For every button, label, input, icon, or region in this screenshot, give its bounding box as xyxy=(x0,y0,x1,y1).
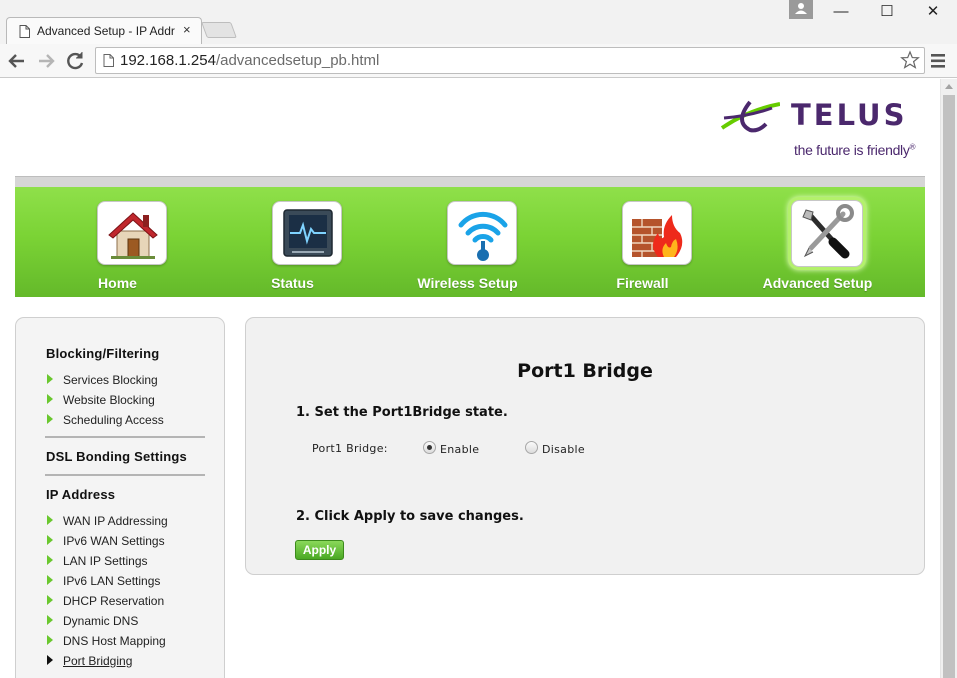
page-title: Port1 Bridge xyxy=(517,360,653,382)
nav-label: Advanced Setup xyxy=(762,275,873,291)
enable-radio-label[interactable]: Enable xyxy=(440,443,479,456)
browser-toolbar: 192.168.1.254/advancedsetup_pb.html xyxy=(0,44,957,78)
port1-bridge-label: Port1 Bridge: xyxy=(312,442,388,455)
brand-name: TELUS xyxy=(791,98,908,132)
nav-label: Firewall xyxy=(616,275,669,291)
sidebar-item-label: Dynamic DNS xyxy=(63,614,139,628)
page-scrollbar[interactable] xyxy=(940,79,957,678)
brand-tagline: the future is friendly® xyxy=(794,142,915,158)
browser-menu-icon[interactable] xyxy=(930,52,946,70)
step-2-text: 2. Click Apply to save changes. xyxy=(296,509,524,524)
tagline-mark: ® xyxy=(909,142,916,152)
monitor-icon xyxy=(283,209,333,257)
arrow-right-icon xyxy=(47,515,53,525)
back-arrow-icon[interactable] xyxy=(5,49,29,73)
sidebar-heading-blocking-filtering: Blocking/Filtering xyxy=(46,346,160,361)
user-icon xyxy=(795,3,807,14)
wifi-icon xyxy=(458,211,508,261)
arrow-right-icon xyxy=(47,394,53,404)
apply-button[interactable]: Apply xyxy=(295,540,344,560)
step-1-text: 1. Set the Port1Bridge state. xyxy=(296,405,508,420)
main-nav: Home Status Wireless Setup Firewall Adva… xyxy=(15,187,925,297)
url-text: 192.168.1.254/advancedsetup_pb.html xyxy=(120,52,379,69)
nav-tile xyxy=(622,201,692,265)
sidebar-item-label: IPv6 LAN Settings xyxy=(63,574,161,588)
enable-radio[interactable] xyxy=(423,441,436,454)
arrow-right-icon xyxy=(47,575,53,585)
house-icon xyxy=(108,212,158,259)
sidebar-item-label: Website Blocking xyxy=(63,393,155,407)
sidebar-item-label: WAN IP Addressing xyxy=(63,514,168,528)
forward-arrow-icon[interactable] xyxy=(34,49,58,73)
sidebar: Blocking/Filtering Services Blocking Web… xyxy=(15,317,225,678)
arrow-right-icon xyxy=(47,635,53,645)
nav-tile xyxy=(791,200,863,267)
close-tab-icon[interactable]: × xyxy=(183,22,191,37)
nav-tile xyxy=(272,201,342,265)
close-window-button[interactable]: ✕ xyxy=(923,4,943,24)
firewall-icon xyxy=(632,215,683,257)
maximize-button[interactable]: ☐ xyxy=(877,4,897,24)
arrow-right-icon xyxy=(47,555,53,565)
disable-radio[interactable] xyxy=(525,441,538,454)
page-info-icon[interactable] xyxy=(103,54,114,67)
telus-logo-icon xyxy=(720,100,780,133)
reload-icon[interactable] xyxy=(63,49,87,73)
nav-label: Home xyxy=(98,275,137,291)
sidebar-item-label: IPv6 WAN Settings xyxy=(63,534,165,548)
nav-home[interactable]: Home xyxy=(30,187,205,297)
sidebar-item-label: DHCP Reservation xyxy=(63,594,165,608)
arrow-right-icon xyxy=(47,655,53,665)
header-divider xyxy=(15,176,925,187)
nav-advanced-setup[interactable]: Advanced Setup xyxy=(730,187,905,297)
sidebar-item-label: LAN IP Settings xyxy=(63,554,148,568)
tab-title: Advanced Setup - IP Addr xyxy=(37,24,175,38)
sidebar-heading-dsl-bonding[interactable]: DSL Bonding Settings xyxy=(46,449,187,464)
page-icon xyxy=(19,25,30,38)
new-tab-button[interactable] xyxy=(201,22,237,38)
arrow-right-icon xyxy=(47,374,53,384)
scroll-up-arrow-icon[interactable] xyxy=(945,84,953,89)
nav-wireless-setup[interactable]: Wireless Setup xyxy=(380,187,555,297)
scroll-thumb[interactable] xyxy=(943,95,955,678)
nav-status[interactable]: Status xyxy=(205,187,380,297)
sidebar-item-label: DNS Host Mapping xyxy=(63,634,166,648)
nav-label: Status xyxy=(271,275,314,291)
arrow-right-icon xyxy=(47,615,53,625)
bookmark-star-icon[interactable] xyxy=(900,50,920,70)
nav-tile xyxy=(447,201,517,265)
tools-icon xyxy=(802,204,854,259)
arrow-right-icon xyxy=(47,595,53,605)
browser-tab[interactable]: Advanced Setup - IP Addr × xyxy=(6,17,202,44)
minimize-button[interactable]: — xyxy=(831,4,851,24)
router-page: TELUS the future is friendly® Home Statu… xyxy=(0,79,940,678)
profile-button[interactable] xyxy=(789,0,813,19)
nav-firewall[interactable]: Firewall xyxy=(555,187,730,297)
url-host: 192.168.1.254 xyxy=(120,52,216,69)
browser-titlebar: Advanced Setup - IP Addr × — ☐ ✕ xyxy=(0,0,957,44)
nav-label: Wireless Setup xyxy=(417,275,518,291)
arrow-right-icon xyxy=(47,414,53,424)
sidebar-heading-ip-address: IP Address xyxy=(46,487,116,502)
url-path: /advancedsetup_pb.html xyxy=(215,52,380,69)
tagline-text: the future is friendly xyxy=(794,142,910,158)
sidebar-item-label: Port Bridging xyxy=(63,654,133,668)
content-panel: Port1 Bridge 1. Set the Port1Bridge stat… xyxy=(245,317,925,575)
sidebar-item-label: Scheduling Access xyxy=(63,413,164,427)
nav-tile xyxy=(97,201,167,265)
disable-radio-label[interactable]: Disable xyxy=(542,443,585,456)
sidebar-item-label: Services Blocking xyxy=(63,373,158,387)
address-bar[interactable]: 192.168.1.254/advancedsetup_pb.html xyxy=(95,47,925,74)
arrow-right-icon xyxy=(47,535,53,545)
sidebar-divider xyxy=(45,436,205,438)
sidebar-divider xyxy=(45,474,205,476)
